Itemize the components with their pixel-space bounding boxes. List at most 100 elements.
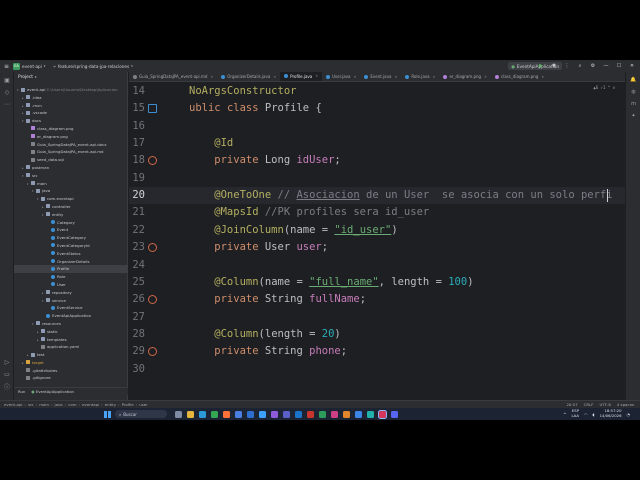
branch-switcher[interactable]: ⑂ feature/spring-data-jpa-relaciones ▾	[53, 64, 132, 69]
code-editor[interactable]: 14 NoArgsConstructor 15 ublic class Profile…	[129, 83, 625, 400]
edge-icon[interactable]	[199, 410, 206, 418]
tree-item[interactable]: Category	[14, 219, 128, 227]
clock[interactable]: 18:57:20 14/06/2026	[600, 409, 622, 418]
tree-item[interactable]: .gitignore	[14, 374, 128, 382]
tree-item[interactable]: ▸ .mvn	[14, 102, 128, 110]
problems-tool-icon[interactable]: ⓘ	[3, 382, 11, 391]
commit-tool-icon[interactable]: ◇	[3, 88, 11, 96]
tree-item[interactable]: EventCategoryId	[14, 242, 128, 250]
breadcrumb-item[interactable]: src	[28, 402, 34, 407]
tree-item[interactable]: ▾ event-api C:\Users\Usuario\Desktop\Apli…	[14, 86, 128, 94]
app-icon[interactable]	[319, 410, 326, 418]
tree-item[interactable]: EventService	[14, 304, 128, 312]
tree-item[interactable]: er_diagram.png	[14, 133, 128, 141]
database-icon[interactable]: ◍	[630, 88, 637, 95]
file-explorer-icon[interactable]	[187, 410, 194, 418]
chrome-icon[interactable]	[211, 410, 218, 418]
app-icon[interactable]	[307, 410, 314, 418]
editor-tab[interactable]: OrganizerDetails.java ✕	[217, 72, 280, 81]
ai-assistant-icon[interactable]: ✦	[630, 112, 637, 119]
breadcrumb-item[interactable]: java	[55, 402, 63, 407]
tree-item[interactable]: ▾ src	[14, 172, 128, 180]
close-tab-icon[interactable]: ✕	[273, 75, 276, 79]
tree-item[interactable]: ▾ docs	[14, 117, 128, 125]
tree-item[interactable]: seed_data.sql	[14, 156, 128, 164]
tree-item[interactable]: EventCategory	[14, 234, 128, 242]
close-tab-icon[interactable]: ✕	[210, 75, 213, 79]
breadcrumb-item[interactable]: main	[39, 402, 49, 407]
project-panel-header[interactable]: Project ▾	[14, 72, 127, 82]
mail-icon[interactable]	[247, 410, 254, 418]
tree-item[interactable]: class_diagram.png	[14, 125, 128, 133]
teams-icon[interactable]	[283, 410, 290, 418]
tree-item[interactable]: Guia_SpringDataJPA_event-api.docx	[14, 141, 128, 149]
column-icon[interactable]	[148, 347, 157, 357]
editor-tab[interactable]: Role.java ✕	[401, 72, 439, 81]
app-icon[interactable]	[355, 410, 362, 418]
outlook-icon[interactable]	[295, 410, 302, 418]
close-icon[interactable]: ✕	[628, 62, 636, 70]
app-icon[interactable]	[391, 410, 398, 418]
settings-gear-icon[interactable]: ⚙	[589, 62, 597, 70]
search-icon[interactable]: ⌕	[576, 62, 584, 70]
wifi-icon[interactable]: ◠	[584, 412, 588, 417]
debug-icon[interactable]: ✱	[550, 62, 558, 70]
run-tab[interactable]: Run	[18, 389, 25, 394]
tree-item[interactable]: ▸ static	[14, 328, 128, 336]
windows-start-icon[interactable]	[104, 410, 111, 418]
run-icon[interactable]: ▶	[537, 62, 545, 70]
tree-item[interactable]: application.yaml	[14, 343, 128, 351]
breadcrumb-item[interactable]: event-api	[4, 402, 22, 407]
database-entity-icon[interactable]	[148, 104, 157, 114]
caret-position[interactable]: 20:57	[566, 402, 577, 407]
tree-item[interactable]: ▾ main	[14, 180, 128, 188]
close-tab-icon[interactable]: ✕	[433, 75, 436, 79]
tree-item[interactable]: Event	[14, 226, 128, 234]
project-tool-icon[interactable]: ▣	[3, 76, 11, 84]
more-icon[interactable]: ⋮	[563, 62, 571, 70]
tree-item[interactable]: ▸ templates	[14, 336, 128, 344]
editor-tab[interactable]: Guia_SpringDataJPA_event-api.md ✕	[129, 72, 217, 81]
speaker-icon[interactable]: ◖	[593, 412, 595, 417]
tree-item[interactable]: ▸ .vscode	[14, 109, 128, 117]
editor-tab[interactable]: Event.java ✕	[360, 72, 401, 81]
services-tool-icon[interactable]: ▷	[3, 358, 11, 366]
notifications-icon[interactable]: 🔔	[630, 76, 637, 83]
breadcrumb-item[interactable]: com	[68, 402, 76, 407]
minimize-icon[interactable]: —	[602, 62, 610, 70]
tree-item[interactable]: ▾ resources	[14, 320, 128, 328]
inspection-widget[interactable]: ▲6 ✓1 ^ v	[593, 85, 615, 90]
visual-studio-icon[interactable]	[271, 410, 278, 418]
breadcrumb-item[interactable]: entity	[105, 402, 116, 407]
app-icon[interactable]	[331, 410, 338, 418]
run-app-tab[interactable]: ● EventApiApplication	[31, 389, 74, 394]
app-icon[interactable]	[343, 410, 350, 418]
tree-item[interactable]: EventStatus	[14, 250, 128, 258]
maven-icon[interactable]: m	[630, 100, 637, 107]
firefox-icon[interactable]	[223, 410, 230, 418]
file-encoding[interactable]: UTF-8	[600, 402, 611, 407]
tree-item[interactable]: Profile	[14, 265, 128, 274]
tree-item[interactable]: ▸ controller	[14, 203, 128, 211]
relation-link-icon[interactable]	[148, 243, 157, 253]
tree-item[interactable]: ▾ entity	[14, 211, 128, 219]
tree-item[interactable]: Role	[14, 273, 128, 281]
editor-tab[interactable]: User.java ✕	[322, 72, 360, 81]
vscode-icon[interactable]	[259, 410, 266, 418]
intellij-icon[interactable]	[378, 409, 387, 419]
app-icon[interactable]	[367, 410, 374, 418]
tree-item[interactable]: ▸ target	[14, 359, 128, 367]
notification-bell-icon[interactable]: ◔	[627, 412, 631, 417]
tree-item[interactable]: ▸ postman	[14, 164, 128, 172]
structure-tool-icon[interactable]: ⋯	[3, 100, 11, 108]
tree-item[interactable]: ▸ test	[14, 351, 128, 359]
tree-item[interactable]: ▾ service	[14, 297, 128, 305]
editor-tab[interactable]: Profile.java ✕	[280, 72, 323, 81]
store-icon[interactable]	[235, 410, 242, 418]
maximize-icon[interactable]: ☐	[615, 62, 623, 70]
breadcrumb-item[interactable]: user	[139, 402, 148, 407]
tree-item[interactable]: ▸ .idea	[14, 94, 128, 102]
tree-item[interactable]: EventApiApplication	[14, 312, 128, 320]
close-tab-icon[interactable]: ✕	[394, 75, 397, 79]
tree-item[interactable]: ▾ com.eventapi	[14, 195, 128, 203]
